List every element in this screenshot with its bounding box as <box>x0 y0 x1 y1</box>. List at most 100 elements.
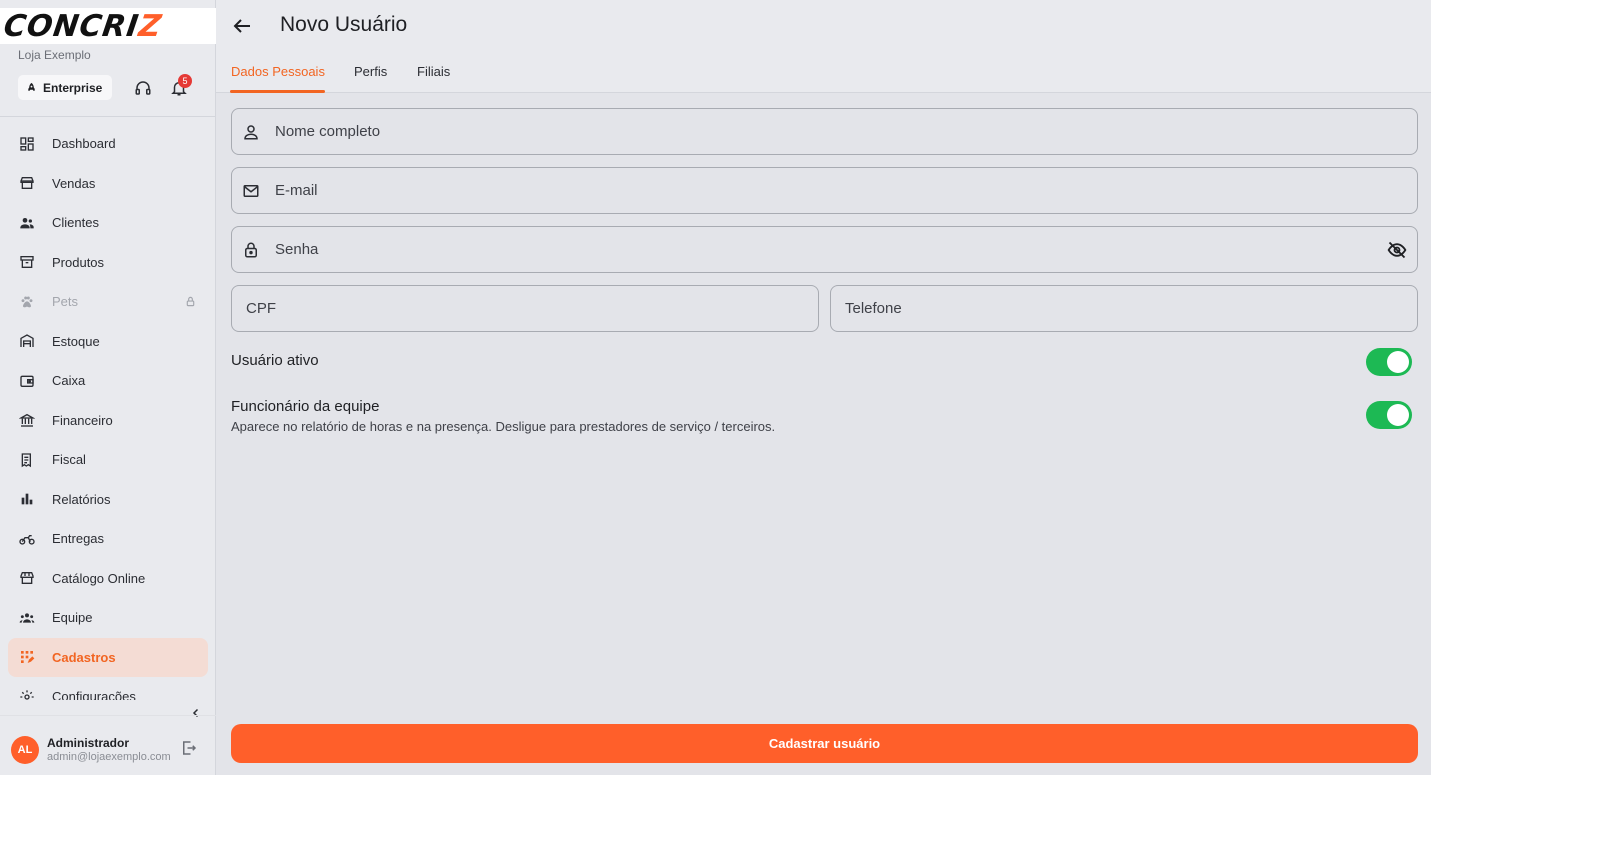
archive-icon <box>20 256 34 269</box>
brand-logo: CONCRIZ <box>0 8 216 44</box>
sidebar-item-label: Clientes <box>52 215 99 231</box>
divider <box>0 116 216 117</box>
plan-label: Enterprise <box>43 80 103 95</box>
receipt-icon <box>21 453 31 467</box>
tab-dados-pessoais[interactable]: Dados Pessoais <box>231 64 325 79</box>
wallet-icon <box>20 375 34 387</box>
sidebar-item-vendas[interactable]: Vendas <box>8 164 208 204</box>
person-icon <box>244 124 258 139</box>
sidebar-item-estoque[interactable]: Estoque <box>8 322 208 362</box>
email-input[interactable] <box>275 182 1417 199</box>
sidebar-nav: Dashboard Vendas Clientes Produtos Pets <box>0 124 216 700</box>
sidebar-item-label: Produtos <box>52 254 105 270</box>
sidebar-item-catalogo-online[interactable]: Catálogo Online <box>8 559 208 599</box>
staff-toggle[interactable] <box>1366 401 1412 429</box>
toggle-knob <box>1387 404 1409 426</box>
phone-field[interactable] <box>830 285 1418 332</box>
paw-icon <box>21 296 33 308</box>
headset-icon <box>135 81 151 95</box>
dashboard-icon <box>20 137 34 151</box>
groups-icon <box>19 613 35 623</box>
sidebar-item-label: Vendas <box>52 175 96 191</box>
sidebar-item-label: Financeiro <box>52 412 113 428</box>
toggle-knob <box>1387 351 1409 373</box>
sidebar: CONCRIZ Loja Exemplo Enterprise 5 Dashbo… <box>0 0 216 775</box>
logo-text: CONCRI <box>1 8 142 44</box>
app-registration-icon <box>21 651 35 664</box>
sidebar-item-entregas[interactable]: Entregas <box>8 519 208 559</box>
rocket-icon <box>28 82 35 91</box>
logo-accent: Z <box>136 8 165 44</box>
store-name: Loja Exemplo <box>18 48 91 62</box>
lock-icon <box>186 297 195 307</box>
sidebar-item-equipe[interactable]: Equipe <box>8 598 208 638</box>
sidebar-item-fiscal[interactable]: Fiscal <box>8 440 208 480</box>
bar-chart-icon <box>21 493 33 505</box>
collapse-sidebar-button[interactable] <box>188 705 204 721</box>
submit-button[interactable]: Cadastrar usuário <box>231 724 1418 763</box>
sidebar-item-label: Cadastros <box>52 649 116 665</box>
divider <box>0 715 216 716</box>
bank-icon <box>19 414 35 427</box>
active-user-toggle[interactable] <box>1366 348 1412 376</box>
sidebar-item-financeiro[interactable]: Financeiro <box>8 401 208 441</box>
tab-perfis[interactable]: Perfis <box>354 64 387 79</box>
sidebar-item-pets[interactable]: Pets <box>8 282 208 322</box>
sidebar-item-caixa[interactable]: Caixa <box>8 361 208 401</box>
chevron-left-icon <box>192 708 199 718</box>
sidebar-item-label: Entregas <box>52 531 105 547</box>
password-input[interactable] <box>275 241 1387 258</box>
staff-description: Aparece no relatório de horas e na prese… <box>231 419 776 434</box>
sidebar-item-clientes[interactable]: Clientes <box>8 203 208 243</box>
store-icon <box>20 177 34 190</box>
eye-off-icon[interactable] <box>1387 240 1407 260</box>
name-field[interactable] <box>231 108 1418 155</box>
active-user-row: Usuário ativo <box>231 348 1418 376</box>
user-profile: AL Administrador admin@lojaexemplo.com <box>0 730 216 770</box>
notification-badge: 5 <box>178 74 192 88</box>
tab-filiais[interactable]: Filiais <box>417 64 450 79</box>
people-icon <box>20 217 34 229</box>
sidebar-item-label: Estoque <box>52 333 100 349</box>
staff-row: Funcionário da equipe Aparece no relatór… <box>231 398 1418 434</box>
back-arrow-icon[interactable] <box>230 14 254 38</box>
header: Novo Usuário <box>216 0 1431 50</box>
cpf-input[interactable] <box>232 300 818 317</box>
active-user-label: Usuário ativo <box>231 352 319 369</box>
support-button[interactable] <box>132 77 154 99</box>
user-name: Administrador <box>47 736 130 750</box>
mail-icon <box>243 184 259 197</box>
storefront-icon <box>20 572 34 585</box>
warehouse-icon <box>20 334 34 348</box>
sidebar-item-label: Configurações <box>52 689 136 700</box>
sidebar-item-label: Caixa <box>52 373 86 389</box>
user-email: admin@lojaexemplo.com <box>47 751 171 763</box>
sidebar-item-produtos[interactable]: Produtos <box>8 243 208 283</box>
phone-input[interactable] <box>831 300 1417 317</box>
name-input[interactable] <box>275 123 1417 140</box>
sidebar-item-label: Fiscal <box>52 452 86 468</box>
active-tab-indicator <box>230 90 325 93</box>
motorcycle-icon <box>19 534 35 545</box>
sidebar-item-relatorios[interactable]: Relatórios <box>8 480 208 520</box>
lock-icon <box>245 242 257 257</box>
staff-label: Funcionário da equipe <box>231 398 380 415</box>
sidebar-item-label: Dashboard <box>52 136 116 152</box>
tab-bar: Dados Pessoais Perfis Filiais <box>216 50 1431 93</box>
sidebar-item-label: Catálogo Online <box>52 570 146 586</box>
plan-badge[interactable]: Enterprise <box>18 75 113 100</box>
email-field[interactable] <box>231 167 1418 214</box>
settings-icon <box>20 690 34 700</box>
password-field[interactable] <box>231 226 1418 273</box>
avatar[interactable]: AL <box>11 736 39 764</box>
sidebar-item-label: Pets <box>52 294 79 310</box>
sidebar-item-label: Relatórios <box>52 491 111 507</box>
sidebar-item-cadastros[interactable]: Cadastros <box>8 637 208 677</box>
logout-icon[interactable] <box>180 739 198 757</box>
sidebar-item-label: Equipe <box>52 610 93 626</box>
sidebar-item-dashboard[interactable]: Dashboard <box>8 124 208 164</box>
page-title: Novo Usuário <box>280 13 408 36</box>
sidebar-item-configuracoes[interactable]: Configurações <box>8 677 208 700</box>
cpf-field[interactable] <box>231 285 819 332</box>
main-content: Novo Usuário Dados Pessoais Perfis Filia… <box>216 0 1431 775</box>
